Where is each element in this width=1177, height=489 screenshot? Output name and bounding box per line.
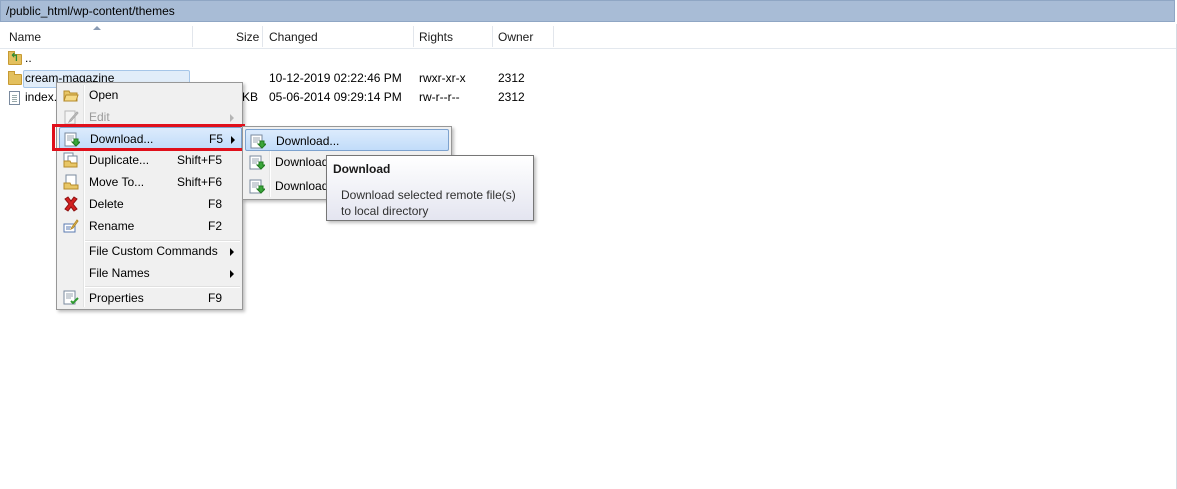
column-header-owner[interactable]: Owner [498, 24, 533, 48]
menu-item-shortcut: Shift+F6 [176, 175, 222, 189]
red-highlight-annotation [52, 124, 245, 151]
delete-icon [64, 196, 78, 212]
menu-item-duplicate[interactable]: Duplicate... Shift+F5 [59, 149, 240, 171]
menu-item-label: File Custom Commands [89, 244, 218, 258]
menu-item-label: Move To... [89, 175, 145, 189]
column-header-row: Name Size Changed Rights Owner [0, 24, 1177, 49]
file-name: .. [25, 51, 32, 65]
submenu-item-download-dialog[interactable]: Download... [245, 129, 449, 151]
menu-item-file-names[interactable]: File Names [59, 262, 240, 284]
rename-icon [63, 219, 79, 233]
submenu-arrow-icon [230, 270, 234, 278]
edit-icon [64, 110, 79, 125]
menu-item-label: Download [275, 155, 329, 169]
menu-item-shortcut: F8 [207, 197, 222, 211]
menu-item-label: File Names [89, 266, 150, 280]
path-text: /public_html/wp-content/themes [6, 4, 175, 18]
file-row-parent[interactable]: ↰ .. [0, 49, 560, 68]
file-icon [9, 91, 20, 105]
download-icon [249, 155, 265, 170]
submenu-arrow-icon [230, 248, 234, 256]
tooltip-line-2: to local directory [341, 204, 429, 218]
column-header-name[interactable]: Name [9, 24, 41, 48]
move-icon [63, 174, 79, 190]
file-name: index. [25, 90, 58, 104]
submenu-arrow-icon [230, 114, 234, 122]
menu-item-delete[interactable]: Delete F8 [59, 193, 240, 215]
menu-item-label: Open [89, 88, 119, 102]
menu-item-label: Duplicate... [89, 153, 150, 167]
file-changed: 05-06-2014 09:29:14 PM [269, 90, 402, 104]
menu-item-file-custom-commands[interactable]: File Custom Commands [59, 240, 240, 262]
menu-item-shortcut: F9 [207, 291, 222, 305]
menu-item-label: Rename [89, 219, 135, 233]
menu-item-label: Download [275, 179, 329, 193]
file-owner: 2312 [498, 71, 525, 85]
tooltip-line-1: Download selected remote file(s) [341, 188, 516, 202]
column-header-rights[interactable]: Rights [419, 24, 453, 48]
menu-item-rename[interactable]: Rename F2 [59, 215, 240, 237]
menu-item-move-to[interactable]: Move To... Shift+F6 [59, 171, 240, 193]
file-rights: rwxr-xr-x [419, 71, 466, 85]
file-changed: 10-12-2019 02:22:46 PM [269, 71, 402, 85]
column-header-changed[interactable]: Changed [269, 24, 318, 48]
download-icon [250, 134, 266, 149]
file-rights: rw-r--r-- [419, 90, 460, 104]
tooltip-title: Download [333, 162, 391, 176]
menu-item-properties[interactable]: Properties F9 [59, 287, 240, 309]
download-tooltip: Download Download selected remote file(s… [326, 155, 534, 221]
context-menu: Open Edit Download... F5 Duplicate... Sh… [56, 82, 243, 310]
properties-icon [63, 290, 79, 305]
menu-item-label: Delete [89, 197, 124, 211]
path-bar[interactable]: /public_html/wp-content/themes [0, 0, 1175, 22]
menu-item-shortcut: F2 [207, 219, 222, 233]
menu-item-label: Download... [276, 134, 340, 148]
menu-item-open[interactable]: Open [59, 84, 240, 106]
file-size: KB [242, 90, 259, 104]
sort-ascending-icon [93, 26, 101, 30]
download-icon [249, 179, 265, 194]
column-header-size[interactable]: Size [236, 24, 259, 48]
file-owner: 2312 [498, 90, 525, 104]
parent-folder-icon: ↰ [8, 51, 22, 65]
tooltip-description: Download selected remote file(s) to loca… [341, 187, 516, 219]
open-folder-icon [63, 90, 79, 102]
folder-icon [8, 71, 22, 85]
menu-item-label: Properties [89, 291, 144, 305]
duplicate-icon [63, 152, 78, 168]
menu-item-shortcut: Shift+F5 [176, 153, 222, 167]
